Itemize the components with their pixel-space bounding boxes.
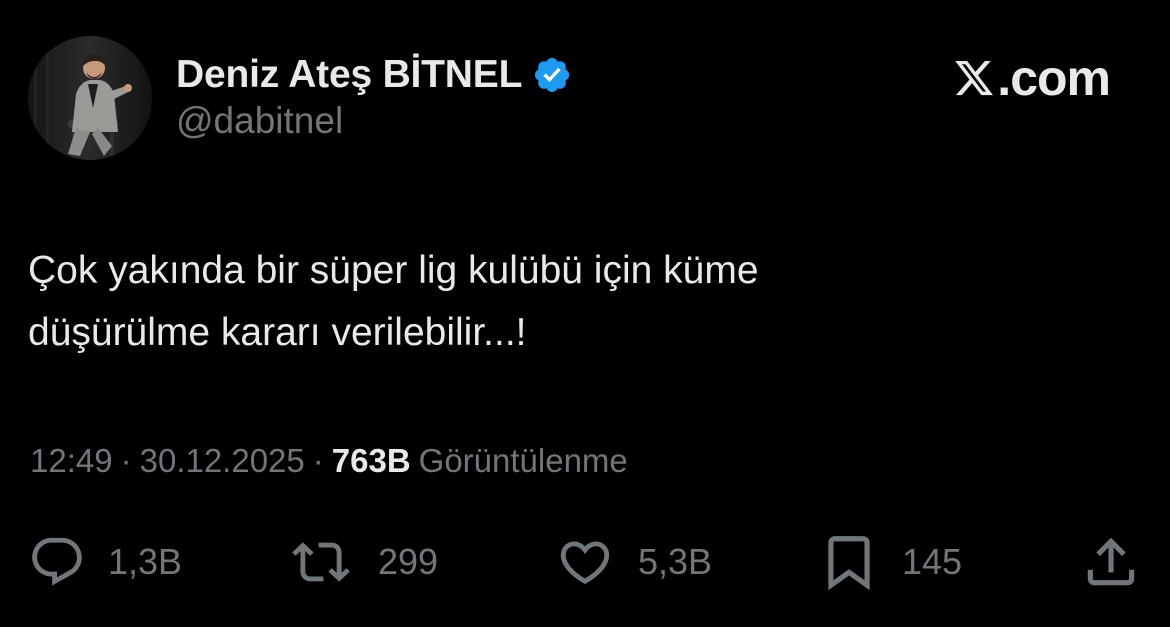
repost-button[interactable]: 299 xyxy=(286,532,438,592)
repost-icon xyxy=(292,542,350,582)
heart-icon xyxy=(560,541,610,585)
bookmark-button[interactable]: 145 xyxy=(818,532,962,592)
tweet-text-line: Çok yakında bir süper lig kulübü için kü… xyxy=(28,249,759,292)
tweet-date[interactable]: 30.12.2025 xyxy=(140,442,305,480)
views-count[interactable]: 763B xyxy=(332,442,411,480)
tweet-time[interactable]: 12:49 xyxy=(30,442,113,480)
author-name-row[interactable]: Deniz Ateş BİTNEL xyxy=(176,50,572,100)
avatar-photo xyxy=(28,36,152,160)
meta-separator: · xyxy=(120,442,132,479)
meta-separator: · xyxy=(312,442,324,479)
tweet-text-line: düşürülme kararı verilebilir...! xyxy=(28,311,527,354)
tweet-action-bar: 1,3B 299 5,3B 145 xyxy=(0,532,1170,592)
author-handle[interactable]: @dabitnel xyxy=(176,100,343,142)
like-button[interactable]: 5,3B xyxy=(554,532,712,592)
bookmark-icon xyxy=(828,536,870,591)
author-display-name[interactable]: Deniz Ateş BİTNEL xyxy=(176,53,522,97)
views-label: Görüntülenme xyxy=(418,442,628,479)
reply-button[interactable]: 1,3B xyxy=(28,532,182,592)
brand-domain-text: .com xyxy=(997,50,1111,106)
bookmark-count: 145 xyxy=(902,541,963,582)
avatar[interactable] xyxy=(28,36,152,160)
tweet-meta: 12:49 · 30.12.2025 · 763B Görüntülenme xyxy=(30,442,628,480)
share-button[interactable] xyxy=(1080,532,1142,592)
x-logo-icon xyxy=(955,60,994,96)
reply-count: 1,3B xyxy=(108,541,183,582)
verified-badge-icon xyxy=(535,57,570,93)
reply-icon xyxy=(32,537,82,586)
like-count: 5,3B xyxy=(638,541,713,582)
x-brand-logo: .com xyxy=(953,50,1111,106)
repost-count: 299 xyxy=(378,541,439,582)
tweet-text: Çok yakında bir süper lig kulübü için kü… xyxy=(28,240,1128,364)
share-icon xyxy=(1087,537,1135,586)
